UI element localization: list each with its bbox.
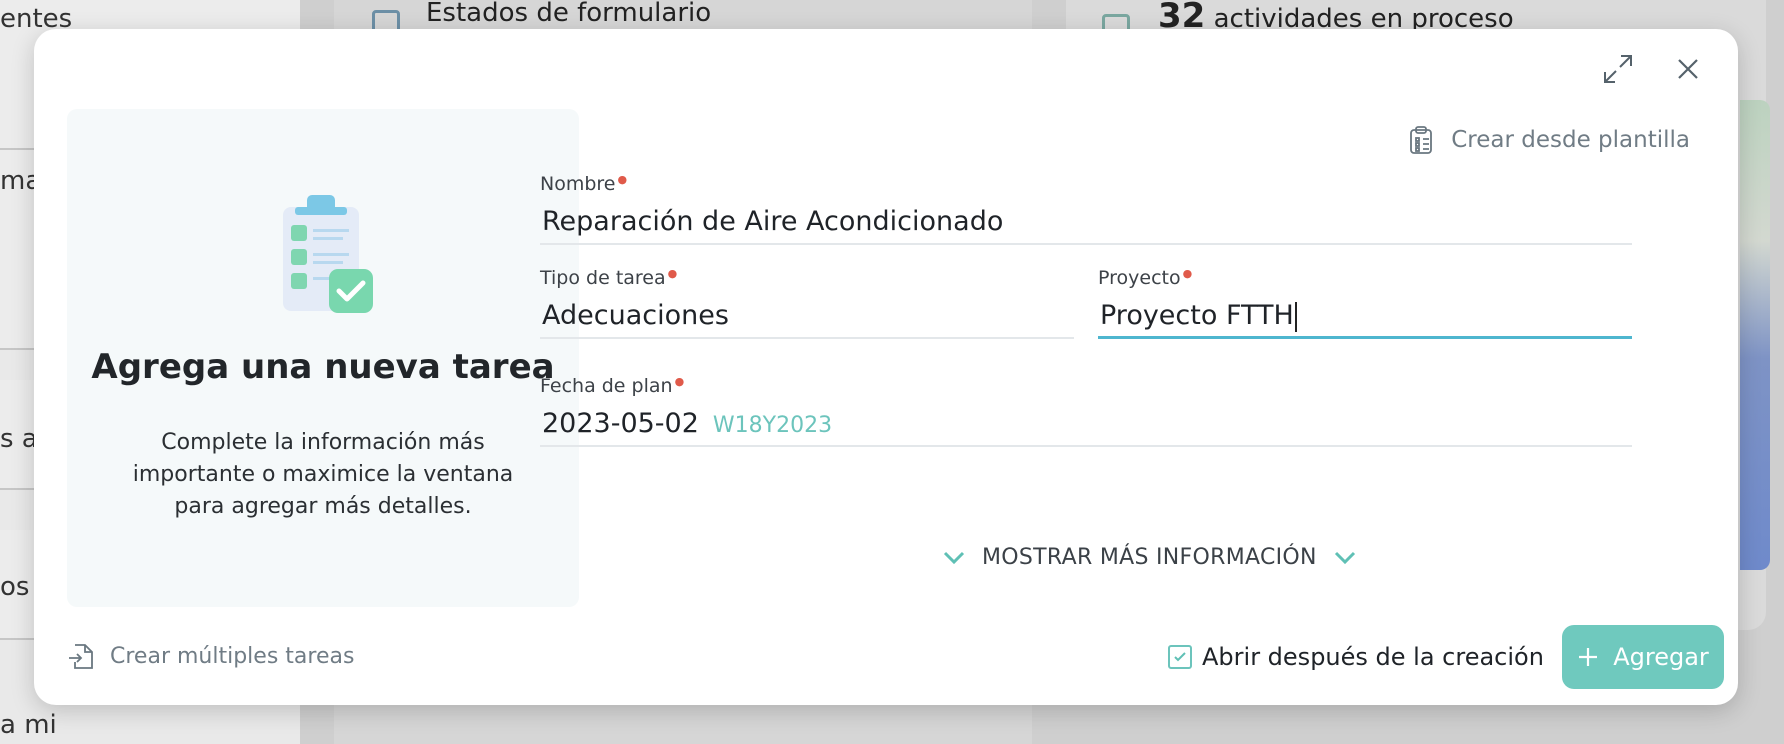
required-mark: ●: [667, 267, 678, 280]
text-cursor: [1294, 301, 1297, 332]
task-type-field[interactable]: Tipo de tarea ● Adecuaciones: [540, 267, 1074, 339]
create-from-template-label: Crear desde plantilla: [1451, 127, 1690, 153]
task-type-label: Tipo de tarea ●: [540, 267, 678, 289]
add-button[interactable]: Agregar: [1562, 625, 1724, 689]
plus-icon: [1579, 648, 1598, 666]
background-text: a mi: [0, 710, 57, 740]
project-input[interactable]: Proyecto FTTH: [1098, 297, 1632, 339]
open-after-creation-checkbox[interactable]: Abrir después de la creación: [1168, 643, 1544, 671]
template-clipboard-icon: [1410, 126, 1433, 154]
checkmark-icon: [1174, 652, 1186, 662]
chevron-down-icon: [943, 551, 965, 564]
name-label: Nombre ●: [540, 173, 628, 195]
plan-date-label: Fecha de plan ●: [540, 375, 685, 397]
required-mark: ●: [674, 375, 685, 388]
expand-icon: [1604, 55, 1632, 83]
task-type-input[interactable]: Adecuaciones: [540, 297, 1074, 339]
background-text: s a: [0, 424, 38, 454]
name-input[interactable]: Reparación de Aire Acondicionado: [540, 203, 1632, 245]
create-multiple-tasks-button[interactable]: Crear múltiples tareas: [66, 641, 354, 671]
file-import-icon: [69, 644, 93, 669]
plan-date-field[interactable]: Fecha de plan ● 2023-05-02 W18Y2023: [540, 375, 1632, 447]
plan-date-value: 2023-05-02: [542, 408, 699, 439]
week-badge: W18Y2023: [712, 413, 833, 438]
show-more-info-label: MOSTRAR MÁS INFORMACIÓN: [982, 545, 1317, 570]
required-mark: ●: [1182, 267, 1193, 280]
open-after-creation-label: Abrir después de la creación: [1202, 643, 1544, 671]
background-map: [1740, 100, 1770, 570]
required-mark: ●: [617, 173, 628, 186]
maximize-button[interactable]: [1598, 49, 1638, 89]
checkbox-box[interactable]: [1168, 645, 1192, 669]
project-field[interactable]: Proyecto ● Proyecto FTTH: [1098, 267, 1632, 339]
new-task-modal: Agrega una nueva tarea Complete la infor…: [34, 29, 1738, 705]
name-field[interactable]: Nombre ● Reparación de Aire Acondicionado: [540, 173, 1632, 245]
background-form-states-title: Estados de formulario: [426, 0, 712, 28]
close-icon: [1678, 59, 1698, 79]
plan-date-input[interactable]: 2023-05-02 W18Y2023: [540, 405, 1632, 447]
project-value: Proyecto FTTH: [1100, 300, 1294, 331]
intro-description: Complete la información más importante o…: [132, 430, 514, 519]
clipboard-check-illustration: [283, 195, 373, 313]
intro-title: Agrega una nueva tarea: [91, 347, 555, 387]
close-button[interactable]: [1668, 49, 1708, 89]
project-label: Proyecto ●: [1098, 267, 1193, 289]
create-multiple-tasks-label: Crear múltiples tareas: [110, 643, 355, 669]
intro-panel: Agrega una nueva tarea Complete la infor…: [67, 109, 579, 607]
create-from-template-button[interactable]: Crear desde plantilla: [1407, 125, 1690, 155]
modal-window-controls: [1598, 49, 1708, 89]
add-button-label: Agregar: [1613, 643, 1709, 671]
show-more-info-toggle[interactable]: MOSTRAR MÁS INFORMACIÓN: [942, 545, 1357, 570]
chevron-down-icon: [1334, 551, 1355, 564]
